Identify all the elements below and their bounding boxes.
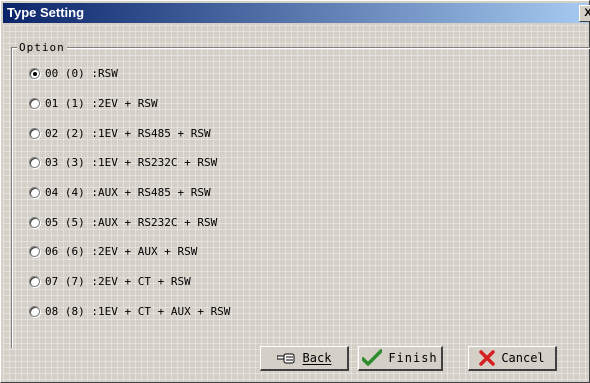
option-label: 04 (4) :AUX + RS485 + RSW xyxy=(45,185,211,199)
close-icon: X xyxy=(584,7,590,19)
option-radio-00[interactable]: 00 (0) :RSW xyxy=(29,65,118,81)
title-bar[interactable]: Type Setting X xyxy=(3,3,590,23)
radio-button[interactable] xyxy=(29,275,40,287)
radio-button[interactable] xyxy=(29,127,40,139)
option-radio-01[interactable]: 01 (1) :2EV + RSW xyxy=(29,95,158,111)
close-button[interactable]: X xyxy=(579,5,590,22)
option-label: 08 (8) :1EV + CT + AUX + RSW xyxy=(45,304,231,318)
option-radio-02[interactable]: 02 (2) :1EV + RS485 + RSW xyxy=(29,125,211,141)
option-radio-07[interactable]: 07 (7) :2EV + CT + RSW xyxy=(29,273,191,289)
red-x-icon xyxy=(479,350,496,366)
option-radio-05[interactable]: 05 (5) :AUX + RS232C + RSW xyxy=(29,214,217,230)
option-label: 05 (5) :AUX + RS232C + RSW xyxy=(45,215,218,229)
option-label: 00 (0) :RSW xyxy=(45,66,118,80)
finish-button-label: Finish xyxy=(388,351,438,365)
hand-pointing-left-icon xyxy=(276,353,295,364)
cancel-button[interactable]: Cancel xyxy=(468,346,557,371)
radio-button[interactable] xyxy=(29,305,40,317)
cancel-button-label: Cancel xyxy=(501,351,545,365)
radio-button[interactable] xyxy=(29,67,40,79)
option-radio-06[interactable]: 06 (6) :2EV + AUX + RSW xyxy=(29,243,197,259)
option-label: 02 (2) :1EV + RS485 + RSW xyxy=(45,126,211,140)
finish-button[interactable]: Finish xyxy=(358,346,443,371)
option-label: 06 (6) :2EV + AUX + RSW xyxy=(45,244,198,258)
option-label: 07 (7) :2EV + CT + RSW xyxy=(45,274,191,288)
option-radio-04[interactable]: 04 (4) :AUX + RS485 + RSW xyxy=(29,184,211,200)
option-radio-08[interactable]: 08 (8) :1EV + CT + AUX + RSW xyxy=(29,303,230,319)
type-setting-dialog: Type Setting X Option 00 (0) :RSW 01 (1)… xyxy=(0,0,590,383)
option-group-label: Option xyxy=(17,41,67,54)
radio-button[interactable] xyxy=(29,97,40,109)
option-label: 03 (3) :1EV + RS232C + RSW xyxy=(45,155,218,169)
window-title: Type Setting xyxy=(7,5,85,20)
radio-button[interactable] xyxy=(29,245,40,257)
radio-button[interactable] xyxy=(29,156,40,168)
back-button-label: Back xyxy=(302,351,332,365)
radio-button[interactable] xyxy=(29,216,40,228)
option-radio-03[interactable]: 03 (3) :1EV + RS232C + RSW xyxy=(29,154,217,170)
radio-button[interactable] xyxy=(29,186,40,198)
dialog-body: Option 00 (0) :RSW 01 (1) :2EV + RSW 02 … xyxy=(3,25,590,382)
green-checkmark-icon xyxy=(362,349,383,366)
back-button[interactable]: Back xyxy=(260,346,349,371)
option-label: 01 (1) :2EV + RSW xyxy=(45,96,158,110)
